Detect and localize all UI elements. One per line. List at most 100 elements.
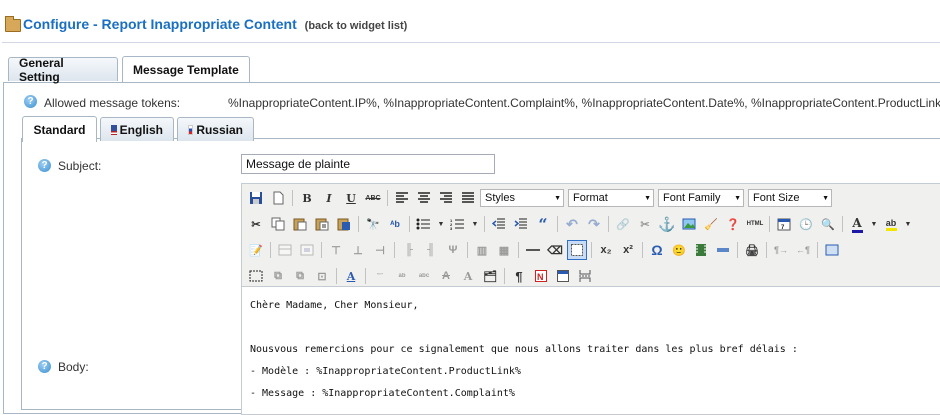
editor-content[interactable]: Chère Madame, Cher Monsieur, Nousvous re… (242, 290, 940, 400)
split-cells-icon[interactable]: ▥ (472, 240, 492, 260)
subscript-button[interactable]: x₂ (596, 240, 616, 260)
indent-icon[interactable] (511, 214, 531, 234)
absolute-position-icon[interactable]: ⊡ (312, 266, 332, 286)
tab-message-template[interactable]: Message Template (122, 56, 250, 82)
delete-col-icon[interactable]: Ψ (443, 240, 463, 260)
font-size-dropdown[interactable]: Font Size ▼ (748, 189, 832, 207)
chevron-down-icon[interactable]: ▼ (436, 214, 446, 234)
tab-label: Russian (196, 122, 243, 137)
help-icon[interactable]: ? (38, 159, 51, 172)
cite-icon[interactable]: “” (370, 266, 390, 286)
replace-icon[interactable]: ᴬb (385, 214, 405, 234)
copy-icon[interactable] (268, 214, 288, 234)
template-icon[interactable] (553, 266, 573, 286)
special-char-button[interactable]: Ω (647, 240, 667, 260)
html-source-button[interactable]: HTML (745, 214, 765, 234)
align-left-icon[interactable] (392, 188, 412, 208)
header-divider (2, 42, 940, 43)
help-icon[interactable]: ❓ (723, 214, 743, 234)
visual-aid-icon[interactable] (567, 240, 587, 260)
save-icon[interactable] (246, 188, 266, 208)
deletion-icon[interactable]: A (436, 266, 456, 286)
help-icon[interactable]: ? (38, 360, 51, 373)
remove-format-icon[interactable]: ⌫ (545, 240, 565, 260)
link-icon[interactable]: 🔗 (613, 214, 633, 234)
attributes-icon[interactable]: 🗂 (480, 266, 500, 286)
outdent-icon[interactable] (489, 214, 509, 234)
find-icon[interactable]: 🔭 (363, 214, 383, 234)
table-row-props-icon[interactable] (275, 240, 295, 260)
chevron-down-icon[interactable]: ▼ (869, 214, 879, 234)
anchor-icon[interactable]: ⚓ (657, 214, 677, 234)
tab-standard[interactable]: Standard (22, 116, 97, 142)
insert-row-before-icon[interactable]: ⊤ (326, 240, 346, 260)
new-document-icon[interactable] (268, 188, 288, 208)
insert-row-after-icon[interactable]: ⊥ (348, 240, 368, 260)
paste-word-icon[interactable] (334, 214, 354, 234)
print-icon[interactable]: 🖨 (742, 240, 762, 260)
page-break-icon[interactable] (713, 240, 733, 260)
horizontal-rule-icon[interactable] (523, 240, 543, 260)
nonbreaking-icon[interactable]: N (531, 266, 551, 286)
toolbar-separator (518, 242, 519, 258)
bullet-list-icon[interactable] (414, 214, 434, 234)
image-icon[interactable] (679, 214, 699, 234)
acronym-icon[interactable]: abc (414, 266, 434, 286)
insert-col-before-icon[interactable]: ╟ (399, 240, 419, 260)
back-to-widget-list-link[interactable]: (back to widget list) (305, 20, 408, 32)
emoticons-icon[interactable]: 🙂 (669, 240, 689, 260)
move-forward-icon[interactable]: ⧉ (268, 266, 288, 286)
edit-css-icon[interactable]: 📝 (246, 240, 266, 260)
highlight-color-icon[interactable]: ab (881, 214, 901, 234)
bold-button[interactable]: B (297, 188, 317, 208)
toolbar-separator (387, 190, 388, 206)
strikethrough-button[interactable]: ABC (363, 188, 383, 208)
cut-icon[interactable]: ✂ (246, 214, 266, 234)
redo-icon[interactable]: ↷ (584, 214, 604, 234)
format-dropdown[interactable]: Format ▼ (568, 189, 654, 207)
toolbar-separator (270, 242, 271, 258)
styles-props-icon[interactable]: A (341, 266, 361, 286)
preview-icon[interactable]: 🔍 (818, 214, 838, 234)
chevron-down-icon[interactable]: ▼ (903, 214, 913, 234)
unlink-icon[interactable]: ✂ (635, 214, 655, 234)
tab-english[interactable]: English (100, 117, 174, 141)
tab-russian[interactable]: Russian (177, 117, 254, 141)
align-center-icon[interactable] (414, 188, 434, 208)
merge-cells-icon[interactable]: ▦ (494, 240, 514, 260)
ltr-icon[interactable]: ¶→ (771, 240, 791, 260)
font-family-dropdown[interactable]: Font Family ▼ (658, 189, 744, 207)
delete-row-icon[interactable]: ⊣ (370, 240, 390, 260)
page-break-insert-icon[interactable] (575, 266, 595, 286)
abbr-icon[interactable]: ab (392, 266, 412, 286)
undo-icon[interactable]: ↶ (562, 214, 582, 234)
table-cell-props-icon[interactable] (297, 240, 317, 260)
superscript-button[interactable]: x² (618, 240, 638, 260)
paste-text-icon[interactable] (312, 214, 332, 234)
rtl-icon[interactable]: ←¶ (793, 240, 813, 260)
subject-input[interactable] (241, 154, 495, 174)
styles-dropdown[interactable]: Styles ▼ (480, 189, 564, 207)
tab-general-setting[interactable]: General Setting (8, 56, 118, 84)
text-color-icon[interactable]: A (847, 214, 867, 234)
paste-icon[interactable] (290, 214, 310, 234)
insert-time-icon[interactable]: 🕒 (796, 214, 816, 234)
visual-chars-icon[interactable]: ¶ (509, 266, 529, 286)
fullscreen-icon[interactable] (822, 240, 842, 260)
help-icon[interactable]: ? (24, 95, 37, 108)
insertion-icon[interactable]: A (458, 266, 478, 286)
cleanup-icon[interactable]: 🧹 (701, 214, 721, 234)
content-line: - Modèle : %InappropriateContent.Product… (250, 366, 521, 377)
italic-button[interactable]: I (319, 188, 339, 208)
media-icon[interactable] (691, 240, 711, 260)
insert-col-after-icon[interactable]: ╢ (421, 240, 441, 260)
numbered-list-icon[interactable]: 123 (448, 214, 468, 234)
blockquote-button[interactable]: “ (533, 214, 553, 234)
insert-layer-icon[interactable] (246, 266, 266, 286)
insert-date-icon[interactable]: 7 (774, 214, 794, 234)
underline-button[interactable]: U (341, 188, 361, 208)
align-right-icon[interactable] (436, 188, 456, 208)
move-backward-icon[interactable]: ⧉ (290, 266, 310, 286)
chevron-down-icon[interactable]: ▼ (470, 214, 480, 234)
align-justify-icon[interactable] (458, 188, 478, 208)
